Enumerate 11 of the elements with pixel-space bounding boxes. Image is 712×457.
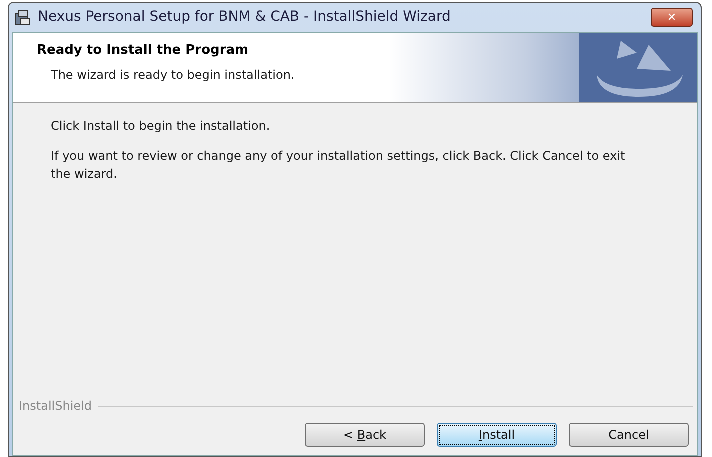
dialog-button[interactable]: Cancel	[569, 423, 689, 447]
arrows-logo-icon	[579, 33, 697, 102]
banner-subtitle: The wizard is ready to begin installation.	[50, 66, 296, 84]
dialog-button[interactable]: < Back	[305, 423, 425, 447]
dialog-button[interactable]: Install	[437, 423, 557, 447]
instruction-text: Click Install to begin the installation.	[51, 118, 272, 135]
installer-icon	[14, 8, 32, 26]
banner-title: Ready to Install the Program	[36, 42, 250, 60]
brand-label: InstallShield	[19, 398, 92, 415]
window-title: Nexus Personal Setup for BNM & CAB - InstallShield Wizard	[38, 8, 451, 27]
instruction-text: If you want to review or change any of your installation settings, click Back. Click Cancel to exit the wizard.	[51, 148, 626, 183]
